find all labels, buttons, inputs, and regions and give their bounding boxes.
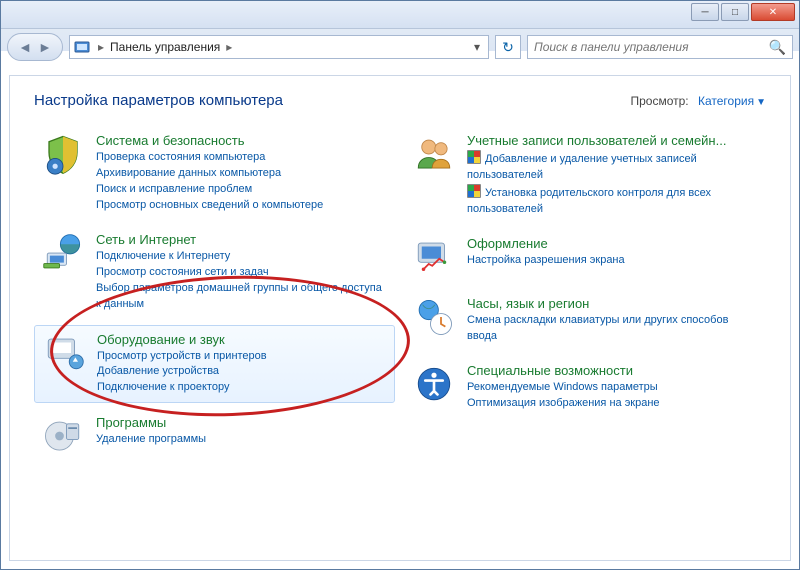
content-area: Настройка параметров компьютера Просмотр… bbox=[9, 75, 791, 561]
search-icon: 🔍 bbox=[769, 39, 786, 56]
task-link[interactable]: Подключение к Интернету bbox=[96, 249, 387, 265]
refresh-button[interactable]: ↻ bbox=[495, 35, 521, 59]
category-ease-of-access[interactable]: Специальные возможности Рекомендуемые Wi… bbox=[405, 357, 766, 418]
category-clock-language-region[interactable]: Часы, язык и регион Смена раскладки клав… bbox=[405, 290, 766, 351]
category-title[interactable]: Сеть и Интернет bbox=[96, 232, 387, 247]
programs-icon bbox=[42, 415, 84, 457]
breadcrumb-root[interactable]: Панель управления bbox=[106, 40, 224, 54]
close-button[interactable]: ✕ bbox=[751, 3, 795, 21]
network-internet-icon bbox=[42, 232, 84, 274]
control-panel-window: ─ □ ✕ ◄ ► ▸ Панель управления ▸ ▾ ↻ 🔍 Н bbox=[0, 0, 800, 570]
task-link[interactable]: Добавление устройства bbox=[97, 364, 386, 380]
category-user-accounts[interactable]: Учетные записи пользователей и семейн...… bbox=[405, 127, 766, 224]
task-link[interactable]: Просмотр основных сведений о компьютере bbox=[96, 198, 387, 214]
task-link[interactable]: Оптимизация изображения на экране bbox=[467, 396, 758, 412]
back-icon: ◄ bbox=[18, 39, 32, 55]
task-link[interactable]: Поиск и исправление проблем bbox=[96, 182, 387, 198]
task-link[interactable]: Установка родительского контроля для все… bbox=[467, 184, 758, 218]
task-link[interactable]: Настройка разрешения экрана bbox=[467, 253, 758, 269]
user-accounts-icon bbox=[413, 133, 455, 175]
clock-language-icon bbox=[413, 296, 455, 338]
category-title[interactable]: Система и безопасность bbox=[96, 133, 387, 148]
view-by: Просмотр: Категория▼ bbox=[631, 94, 767, 108]
task-link[interactable]: Выбор параметров домашней группы и общег… bbox=[96, 281, 387, 313]
search-box[interactable]: 🔍 bbox=[527, 35, 793, 59]
category-title[interactable]: Учетные записи пользователей и семейн... bbox=[467, 133, 758, 148]
hardware-sound-icon bbox=[43, 332, 85, 374]
forward-icon: ► bbox=[38, 39, 52, 55]
nav-back-forward[interactable]: ◄ ► bbox=[7, 33, 63, 61]
right-column: Учетные записи пользователей и семейн...… bbox=[405, 127, 766, 463]
navbar: ◄ ► ▸ Панель управления ▸ ▾ ↻ 🔍 bbox=[1, 29, 799, 65]
category-title[interactable]: Специальные возможности bbox=[467, 363, 758, 378]
control-panel-icon bbox=[74, 39, 90, 55]
task-link[interactable]: Смена раскладки клавиатуры или других сп… bbox=[467, 313, 758, 345]
task-link[interactable]: Проверка состояния компьютера bbox=[96, 150, 387, 166]
view-label: Просмотр: bbox=[631, 94, 689, 108]
category-title[interactable]: Оборудование и звук bbox=[97, 332, 386, 347]
task-link[interactable]: Добавление и удаление учетных записей по… bbox=[467, 150, 758, 184]
appearance-icon bbox=[413, 236, 455, 278]
minimize-button[interactable]: ─ bbox=[691, 3, 719, 21]
address-dropdown[interactable]: ▾ bbox=[470, 40, 484, 54]
maximize-button[interactable]: □ bbox=[721, 3, 749, 21]
category-title[interactable]: Часы, язык и регион bbox=[467, 296, 758, 311]
task-link[interactable]: Архивирование данных компьютера bbox=[96, 166, 387, 182]
refresh-icon: ↻ bbox=[502, 39, 514, 56]
view-dropdown[interactable]: Категория▼ bbox=[698, 94, 766, 108]
chevron-right-icon: ▸ bbox=[224, 40, 234, 54]
left-column: Система и безопасность Проверка состояни… bbox=[34, 127, 395, 463]
search-input[interactable] bbox=[534, 40, 769, 54]
chevron-down-icon: ▼ bbox=[756, 97, 766, 108]
category-appearance[interactable]: Оформление Настройка разрешения экрана bbox=[405, 230, 766, 284]
address-bar[interactable]: ▸ Панель управления ▸ ▾ bbox=[69, 35, 489, 59]
category-title[interactable]: Оформление bbox=[467, 236, 758, 251]
category-title[interactable]: Программы bbox=[96, 415, 387, 430]
page-title: Настройка параметров компьютера bbox=[34, 92, 283, 109]
task-link[interactable]: Просмотр состояния сети и задач bbox=[96, 265, 387, 281]
task-link[interactable]: Рекомендуемые Windows параметры bbox=[467, 380, 758, 396]
category-network-internet[interactable]: Сеть и Интернет Подключение к Интернету … bbox=[34, 226, 395, 319]
task-link[interactable]: Подключение к проектору bbox=[97, 380, 386, 396]
chevron-right-icon: ▸ bbox=[96, 40, 106, 54]
system-security-icon bbox=[42, 133, 84, 175]
task-link[interactable]: Удаление программы bbox=[96, 432, 387, 448]
task-link[interactable]: Просмотр устройств и принтеров bbox=[97, 349, 386, 365]
ease-of-access-icon bbox=[413, 363, 455, 405]
titlebar: ─ □ ✕ bbox=[1, 1, 799, 29]
category-programs[interactable]: Программы Удаление программы bbox=[34, 409, 395, 463]
category-hardware-sound[interactable]: Оборудование и звук Просмотр устройств и… bbox=[34, 325, 395, 404]
category-system-security[interactable]: Система и безопасность Проверка состояни… bbox=[34, 127, 395, 220]
